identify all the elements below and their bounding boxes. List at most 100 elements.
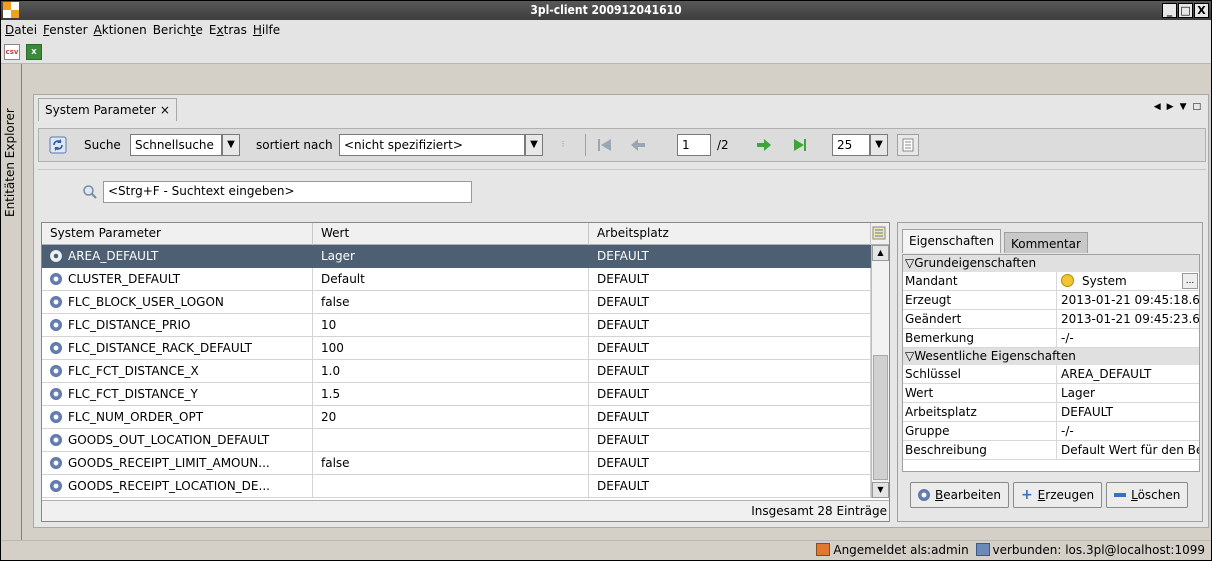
system-parameter-table: System Parameter Wert Arbeitsplatz AREA_…	[41, 222, 890, 522]
tab-scroll-left-icon[interactable]: ◀	[1154, 102, 1161, 112]
property-key: Wert	[903, 384, 1057, 403]
table-row[interactable]: FLC_DISTANCE_RACK_DEFAULT 100 DEFAULT	[42, 337, 871, 360]
sort-direction-icon[interactable]: ⁝	[552, 134, 574, 156]
property-row[interactable]: Geändert 2013-01-21 09:45:23.66	[903, 310, 1199, 329]
tab-kommentar[interactable]: Kommentar	[1004, 232, 1088, 253]
scroll-down-icon[interactable]: ▼	[872, 482, 889, 498]
table-row[interactable]: FLC_FCT_DISTANCE_Y 1.5 DEFAULT	[42, 383, 871, 406]
property-row[interactable]: Wert Lager	[903, 384, 1199, 403]
page-number-input[interactable]: 1	[677, 134, 711, 156]
parameter-name: FLC_FCT_DISTANCE_X	[68, 364, 199, 378]
column-header-wert[interactable]: Wert	[313, 223, 589, 245]
search-input[interactable]: <Strg+F - Suchtext eingeben>	[103, 181, 472, 203]
parameter-name: GOODS_RECEIPT_LOCATION_DE...	[68, 479, 270, 493]
property-key: Schlüssel	[903, 365, 1057, 384]
parameter-workplace: DEFAULT	[589, 337, 871, 360]
parameter-icon	[50, 480, 62, 492]
property-value: -/-	[1061, 424, 1074, 438]
property-value: 2013-01-21 09:45:18.64	[1061, 293, 1199, 307]
menu-hilfe[interactable]: Hilfe	[253, 23, 280, 37]
maximize-button[interactable]: □	[1178, 3, 1193, 18]
table-row[interactable]: FLC_BLOCK_USER_LOGON false DEFAULT	[42, 291, 871, 314]
tab-eigenschaften[interactable]: Eigenschaften	[902, 229, 1002, 253]
tab-maximize-icon[interactable]: □	[1192, 102, 1201, 112]
page-size-select[interactable]: 25 ▼	[832, 134, 888, 156]
table-row[interactable]: GOODS_RECEIPT_LIMIT_AMOUN... false DEFAULT	[42, 452, 871, 475]
mandant-value: System	[1082, 274, 1127, 288]
table-scrollbar[interactable]: ▲ ▼	[871, 245, 889, 498]
erzeugen-button[interactable]: + Erzeugen	[1012, 482, 1103, 508]
property-key: Geändert	[903, 310, 1057, 329]
loeschen-button[interactable]: Löschen	[1106, 482, 1189, 508]
menu-datei[interactable]: Datei	[5, 23, 37, 37]
last-page-icon[interactable]	[789, 134, 811, 156]
sort-select[interactable]: <nicht spezifiziert> ▼	[339, 134, 543, 156]
table-header: System Parameter Wert Arbeitsplatz	[42, 223, 889, 245]
menu-bar: Datei Fenster Aktionen Berichte Extras H…	[1, 20, 1211, 40]
menu-fenster[interactable]: Fenster	[43, 23, 88, 37]
group-wesentliche-eigenschaften[interactable]: ▽Wesentliche Eigenschaften	[903, 348, 1199, 365]
menu-aktionen[interactable]: Aktionen	[94, 23, 147, 37]
property-row[interactable]: Arbeitsplatz DEFAULT	[903, 403, 1199, 422]
page-size-dropdown-icon[interactable]: ▼	[870, 134, 888, 156]
parameter-name: FLC_DISTANCE_PRIO	[68, 318, 191, 332]
property-key: Gruppe	[903, 422, 1057, 441]
table-row[interactable]: FLC_DISTANCE_PRIO 10 DEFAULT	[42, 314, 871, 337]
title-bar[interactable]: 3pl-client 200912041610 _ □ X	[1, 1, 1211, 20]
table-row[interactable]: AREA_DEFAULT Lager DEFAULT	[42, 245, 871, 268]
column-header-arbeitsplatz[interactable]: Arbeitsplatz	[589, 223, 871, 245]
property-value: AREA_DEFAULT	[1061, 367, 1152, 381]
tab-list-icon[interactable]: ▼	[1180, 102, 1187, 112]
parameter-workplace: DEFAULT	[589, 429, 871, 452]
parameter-icon	[50, 388, 62, 400]
tab-close-icon[interactable]: ×	[160, 103, 170, 117]
column-header-system-parameter[interactable]: System Parameter	[42, 223, 313, 245]
search-icon	[82, 184, 98, 203]
mandant-browse-button[interactable]: ...	[1182, 273, 1198, 289]
search-mode-dropdown-icon[interactable]: ▼	[222, 134, 240, 156]
property-row[interactable]: Erzeugt 2013-01-21 09:45:18.64	[903, 291, 1199, 310]
parameter-value: 100	[313, 337, 589, 360]
property-value: Default Wert für den Be	[1061, 443, 1199, 457]
property-key: Mandant	[903, 272, 1057, 291]
first-page-icon[interactable]	[594, 134, 616, 156]
property-row[interactable]: Schlüssel AREA_DEFAULT	[903, 365, 1199, 384]
tab-scroll-right-icon[interactable]: ▶	[1167, 102, 1174, 112]
table-row[interactable]: CLUSTER_DEFAULT Default DEFAULT	[42, 268, 871, 291]
column-chooser-icon[interactable]	[871, 225, 889, 243]
table-row[interactable]: GOODS_OUT_LOCATION_DEFAULT DEFAULT	[42, 429, 871, 452]
entity-explorer-sidebar[interactable]: Entitäten Explorer	[1, 93, 21, 553]
sidebar-label[interactable]: Entitäten Explorer	[3, 97, 19, 217]
search-mode-select[interactable]: Schnellsuche ▼	[130, 134, 240, 156]
tab-label: System Parameter	[45, 103, 156, 117]
group-grundeigenschaften[interactable]: ▽Grundeigenschaften	[903, 255, 1199, 272]
app-window: 3pl-client 200912041610 _ □ X Datei Fens…	[0, 0, 1212, 561]
scroll-thumb[interactable]	[873, 355, 888, 480]
property-row[interactable]: Mandant System ...	[903, 272, 1199, 291]
refresh-icon[interactable]	[47, 134, 69, 156]
close-window-button[interactable]: X	[1194, 3, 1209, 18]
parameter-icon	[50, 342, 62, 354]
table-row[interactable]: GOODS_RECEIPT_LOCATION_DE... DEFAULT	[42, 475, 871, 498]
list-view-icon[interactable]	[897, 134, 919, 156]
property-row[interactable]: Bemerkung -/-	[903, 329, 1199, 348]
previous-page-icon[interactable]	[627, 134, 649, 156]
menu-extras[interactable]: Extras	[209, 23, 247, 37]
property-row[interactable]: Gruppe -/-	[903, 422, 1199, 441]
csv-export-icon[interactable]: csv	[4, 43, 20, 60]
tab-system-parameter[interactable]: System Parameter ×	[38, 98, 177, 121]
menu-berichte[interactable]: Berichte	[153, 23, 203, 37]
bearbeiten-button[interactable]: Bearbeiten	[910, 482, 1009, 508]
query-toolbar: Suche Schnellsuche ▼ sortiert nach <nich…	[38, 128, 1206, 162]
parameter-value: Default	[313, 268, 589, 291]
next-page-icon[interactable]	[753, 134, 775, 156]
minimize-button[interactable]: _	[1162, 3, 1177, 18]
scroll-up-icon[interactable]: ▲	[872, 245, 889, 261]
sort-dropdown-icon[interactable]: ▼	[525, 134, 543, 156]
page-number-value[interactable]: 1	[677, 134, 711, 156]
table-row[interactable]: FLC_FCT_DISTANCE_X 1.0 DEFAULT	[42, 360, 871, 383]
table-row-count: Insgesamt 28 Einträge	[42, 500, 889, 521]
excel-export-icon[interactable]: X	[26, 43, 42, 60]
table-row[interactable]: FLC_NUM_ORDER_OPT 20 DEFAULT	[42, 406, 871, 429]
property-row[interactable]: Beschreibung Default Wert für den Be	[903, 441, 1199, 460]
